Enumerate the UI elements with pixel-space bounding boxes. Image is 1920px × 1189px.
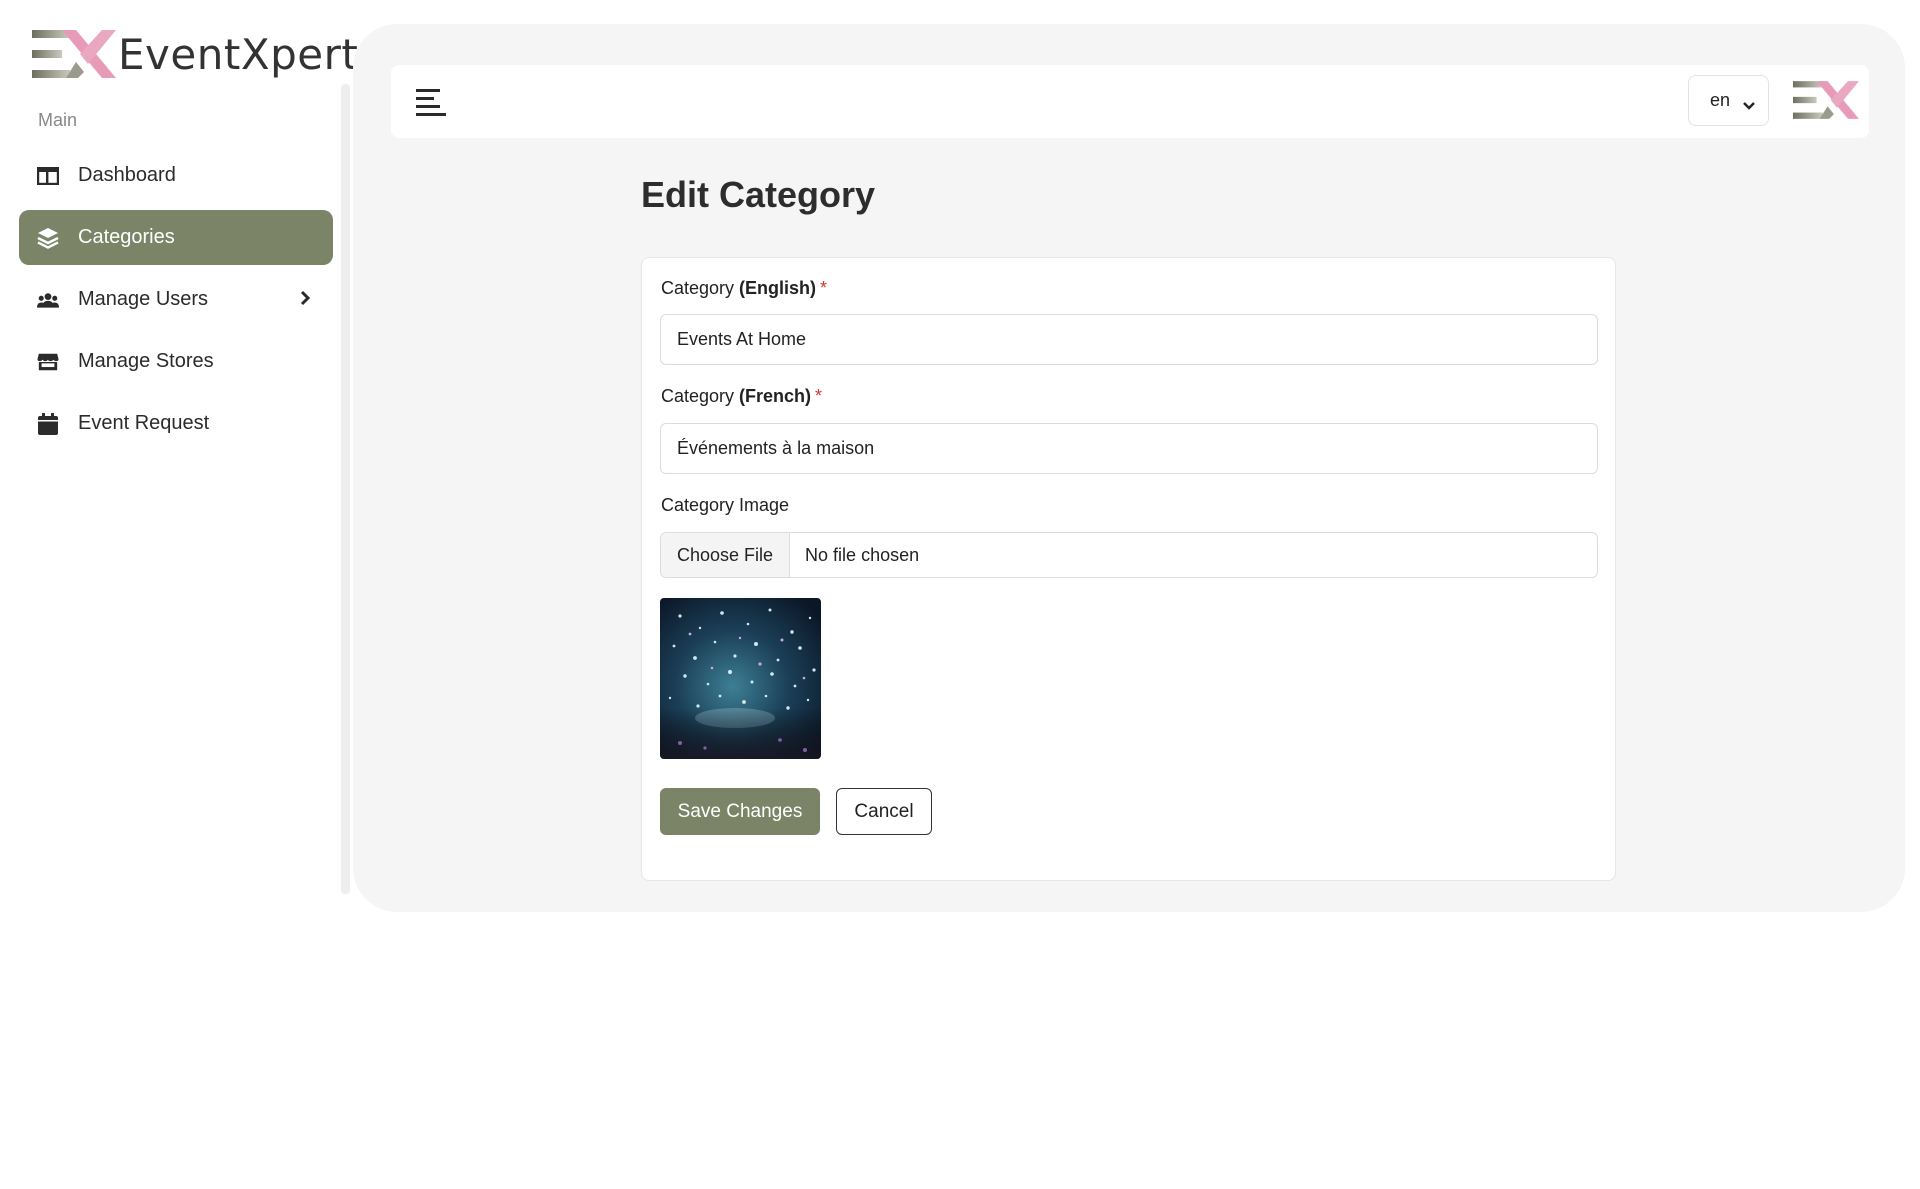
input-value: Événements à la maison: [677, 438, 875, 458]
store-icon: [37, 351, 59, 373]
sidebar-scrollbar[interactable]: [341, 84, 350, 894]
choose-file-button[interactable]: Choose File: [661, 533, 791, 577]
page-title: Edit Category: [641, 174, 876, 215]
chevron-down-icon: [1742, 95, 1756, 116]
category-english-input[interactable]: Events At Home: [660, 314, 1598, 365]
sidebar-item-label: Dashboard: [78, 164, 176, 186]
sidebar-item-event-request[interactable]: Event Request: [19, 396, 333, 451]
sidebar-nav: Dashboard Categories Manage Users Manage…: [19, 148, 333, 458]
category-image-file-input[interactable]: Choose File No file chosen: [660, 532, 1598, 578]
sidebar-item-dashboard[interactable]: Dashboard: [19, 148, 333, 203]
category-image-label: Category Image: [661, 495, 790, 515]
eventxpert-logo-icon: [1793, 81, 1859, 119]
label-language: (English): [739, 278, 817, 298]
app-logo[interactable]: EventXpert: [32, 28, 358, 80]
sidebar-item-label: Event Request: [78, 412, 210, 434]
hamburger-icon[interactable]: [414, 85, 446, 117]
category-image-preview: [660, 598, 821, 759]
cancel-button[interactable]: Cancel: [836, 788, 932, 835]
users-icon: [37, 289, 59, 311]
sidebar-item-categories[interactable]: Categories: [19, 210, 333, 265]
sidebar: EventXpert Main Dashboard Categories Man…: [0, 0, 358, 900]
dashboard-icon: [37, 165, 59, 187]
file-status: No file chosen: [805, 544, 920, 565]
eventxpert-logo-icon: [32, 30, 116, 78]
top-bar: en: [391, 65, 1869, 138]
sidebar-section-label: Main: [38, 110, 78, 130]
label-language: (French): [739, 386, 812, 406]
category-french-label: Category (French) *: [661, 386, 822, 407]
chevron-right-icon: [299, 289, 311, 313]
sidebar-item-label: Manage Users: [78, 288, 209, 310]
required-mark: *: [815, 386, 823, 406]
required-mark: *: [820, 278, 828, 298]
category-english-label: Category (English) *: [661, 278, 827, 299]
save-changes-button[interactable]: Save Changes: [660, 788, 820, 835]
category-french-input[interactable]: Événements à la maison: [660, 423, 1598, 474]
label-text: Category: [661, 386, 740, 406]
sidebar-item-label: Categories: [78, 226, 175, 248]
label-text: Category: [661, 278, 740, 298]
edit-category-form: Category (English) * Events At Home Categ…: [641, 257, 1616, 881]
app-name: EventXpert: [118, 29, 359, 79]
input-value: Events At Home: [677, 329, 807, 349]
sidebar-item-label: Manage Stores: [78, 350, 214, 372]
main-content: en Edit Category Category (English) * Eve…: [353, 24, 1905, 912]
sidebar-item-manage-users[interactable]: Manage Users: [19, 272, 333, 327]
layers-icon: [37, 227, 59, 249]
language-value: en: [1710, 90, 1731, 110]
sidebar-item-manage-stores[interactable]: Manage Stores: [19, 334, 333, 389]
language-select[interactable]: en: [1688, 75, 1769, 126]
calendar-icon: [37, 412, 59, 435]
top-logo: [1793, 79, 1859, 126]
